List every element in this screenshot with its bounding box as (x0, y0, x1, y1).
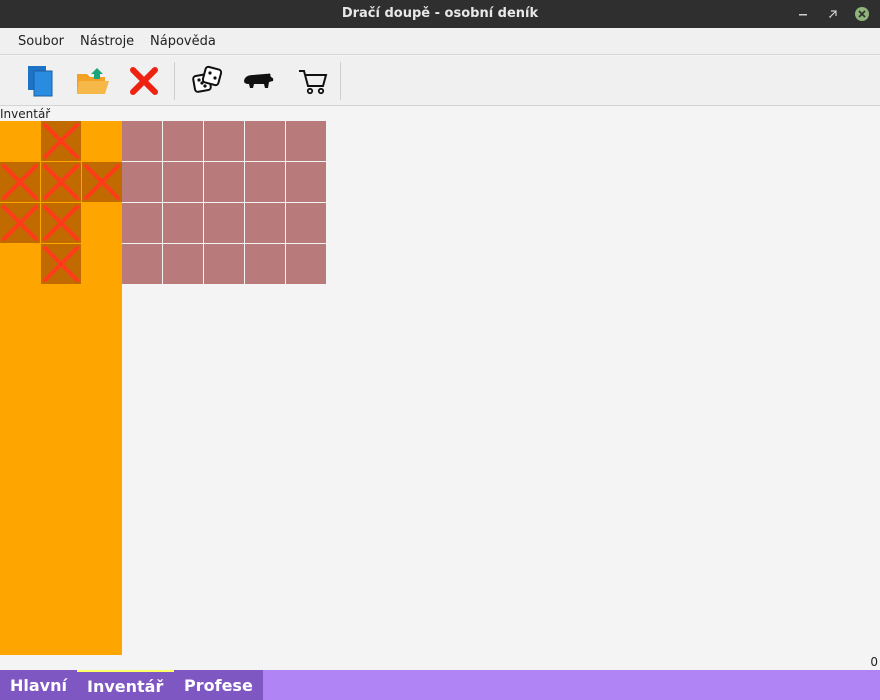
menu-bar: Soubor Nástroje Nápověda (0, 28, 880, 55)
title-bar: Dračí doupě - osobní deník (0, 0, 880, 28)
toolbar-separator (340, 62, 341, 100)
storage-cell[interactable] (204, 162, 244, 202)
storage-cell[interactable] (245, 203, 285, 243)
storage-cell[interactable] (245, 162, 285, 202)
storage-cell[interactable] (286, 162, 326, 202)
open-button[interactable] (75, 63, 111, 99)
blocked-x-icon (2, 205, 38, 241)
storage-cell[interactable] (245, 244, 285, 284)
copy-icon (28, 66, 53, 97)
tab-profese[interactable]: Profese (174, 670, 263, 700)
toolbar (0, 56, 880, 106)
inventory-label: Inventář (0, 107, 51, 121)
item-counter: 0 (870, 655, 878, 669)
maximize-button[interactable] (824, 5, 842, 23)
blocked-slot[interactable] (41, 121, 81, 161)
blocked-slot[interactable] (0, 203, 40, 243)
cart-icon (299, 70, 328, 95)
storage-cell[interactable] (163, 203, 203, 243)
tab-inventar[interactable]: Inventář (77, 670, 174, 700)
storage-cell[interactable] (163, 162, 203, 202)
storage-cell[interactable] (122, 121, 162, 161)
shop-button[interactable] (294, 63, 330, 99)
blocked-x-icon (43, 123, 79, 159)
bear-icon (244, 73, 274, 88)
tab-bar: Hlavní Inventář Profese (0, 670, 880, 700)
tab-hlavni[interactable]: Hlavní (0, 670, 77, 700)
copy-button[interactable] (22, 63, 58, 99)
storage-cell[interactable] (245, 121, 285, 161)
storage-cell[interactable] (122, 162, 162, 202)
blocked-x-icon (43, 246, 79, 282)
blocked-slot[interactable] (41, 162, 81, 202)
storage-cell[interactable] (204, 203, 244, 243)
storage-cell[interactable] (122, 203, 162, 243)
blocked-x-icon (43, 205, 79, 241)
delete-button[interactable] (126, 63, 162, 99)
storage-cell[interactable] (163, 121, 203, 161)
blocked-x-icon (2, 164, 38, 200)
storage-cell[interactable] (204, 121, 244, 161)
menu-nastroje[interactable]: Nástroje (80, 34, 134, 49)
restore-icon (829, 10, 837, 18)
close-icon (855, 7, 869, 21)
delete-icon (130, 67, 158, 95)
open-folder-icon (77, 68, 109, 94)
minimize-button[interactable] (794, 5, 812, 23)
blocked-slot[interactable] (0, 162, 40, 202)
menu-soubor[interactable]: Soubor (18, 34, 64, 49)
bestiary-button[interactable] (240, 63, 276, 99)
menu-napoveda[interactable]: Nápověda (150, 34, 216, 49)
blocked-slot[interactable] (82, 162, 122, 202)
storage-cell[interactable] (163, 244, 203, 284)
toolbar-separator (174, 62, 175, 100)
close-button[interactable] (853, 5, 871, 23)
minimize-icon (799, 14, 807, 16)
storage-cell[interactable] (286, 244, 326, 284)
storage-cell[interactable] (122, 244, 162, 284)
blocked-x-icon (84, 164, 120, 200)
blocked-x-icon (43, 164, 79, 200)
storage-cell[interactable] (286, 121, 326, 161)
storage-cell[interactable] (204, 244, 244, 284)
blocked-slot[interactable] (41, 203, 81, 243)
dice-icon (192, 65, 223, 93)
blocked-slot[interactable] (41, 244, 81, 284)
dice-button[interactable] (189, 63, 225, 99)
storage-cell[interactable] (286, 203, 326, 243)
window-title: Dračí doupě - osobní deník (341, 6, 539, 21)
